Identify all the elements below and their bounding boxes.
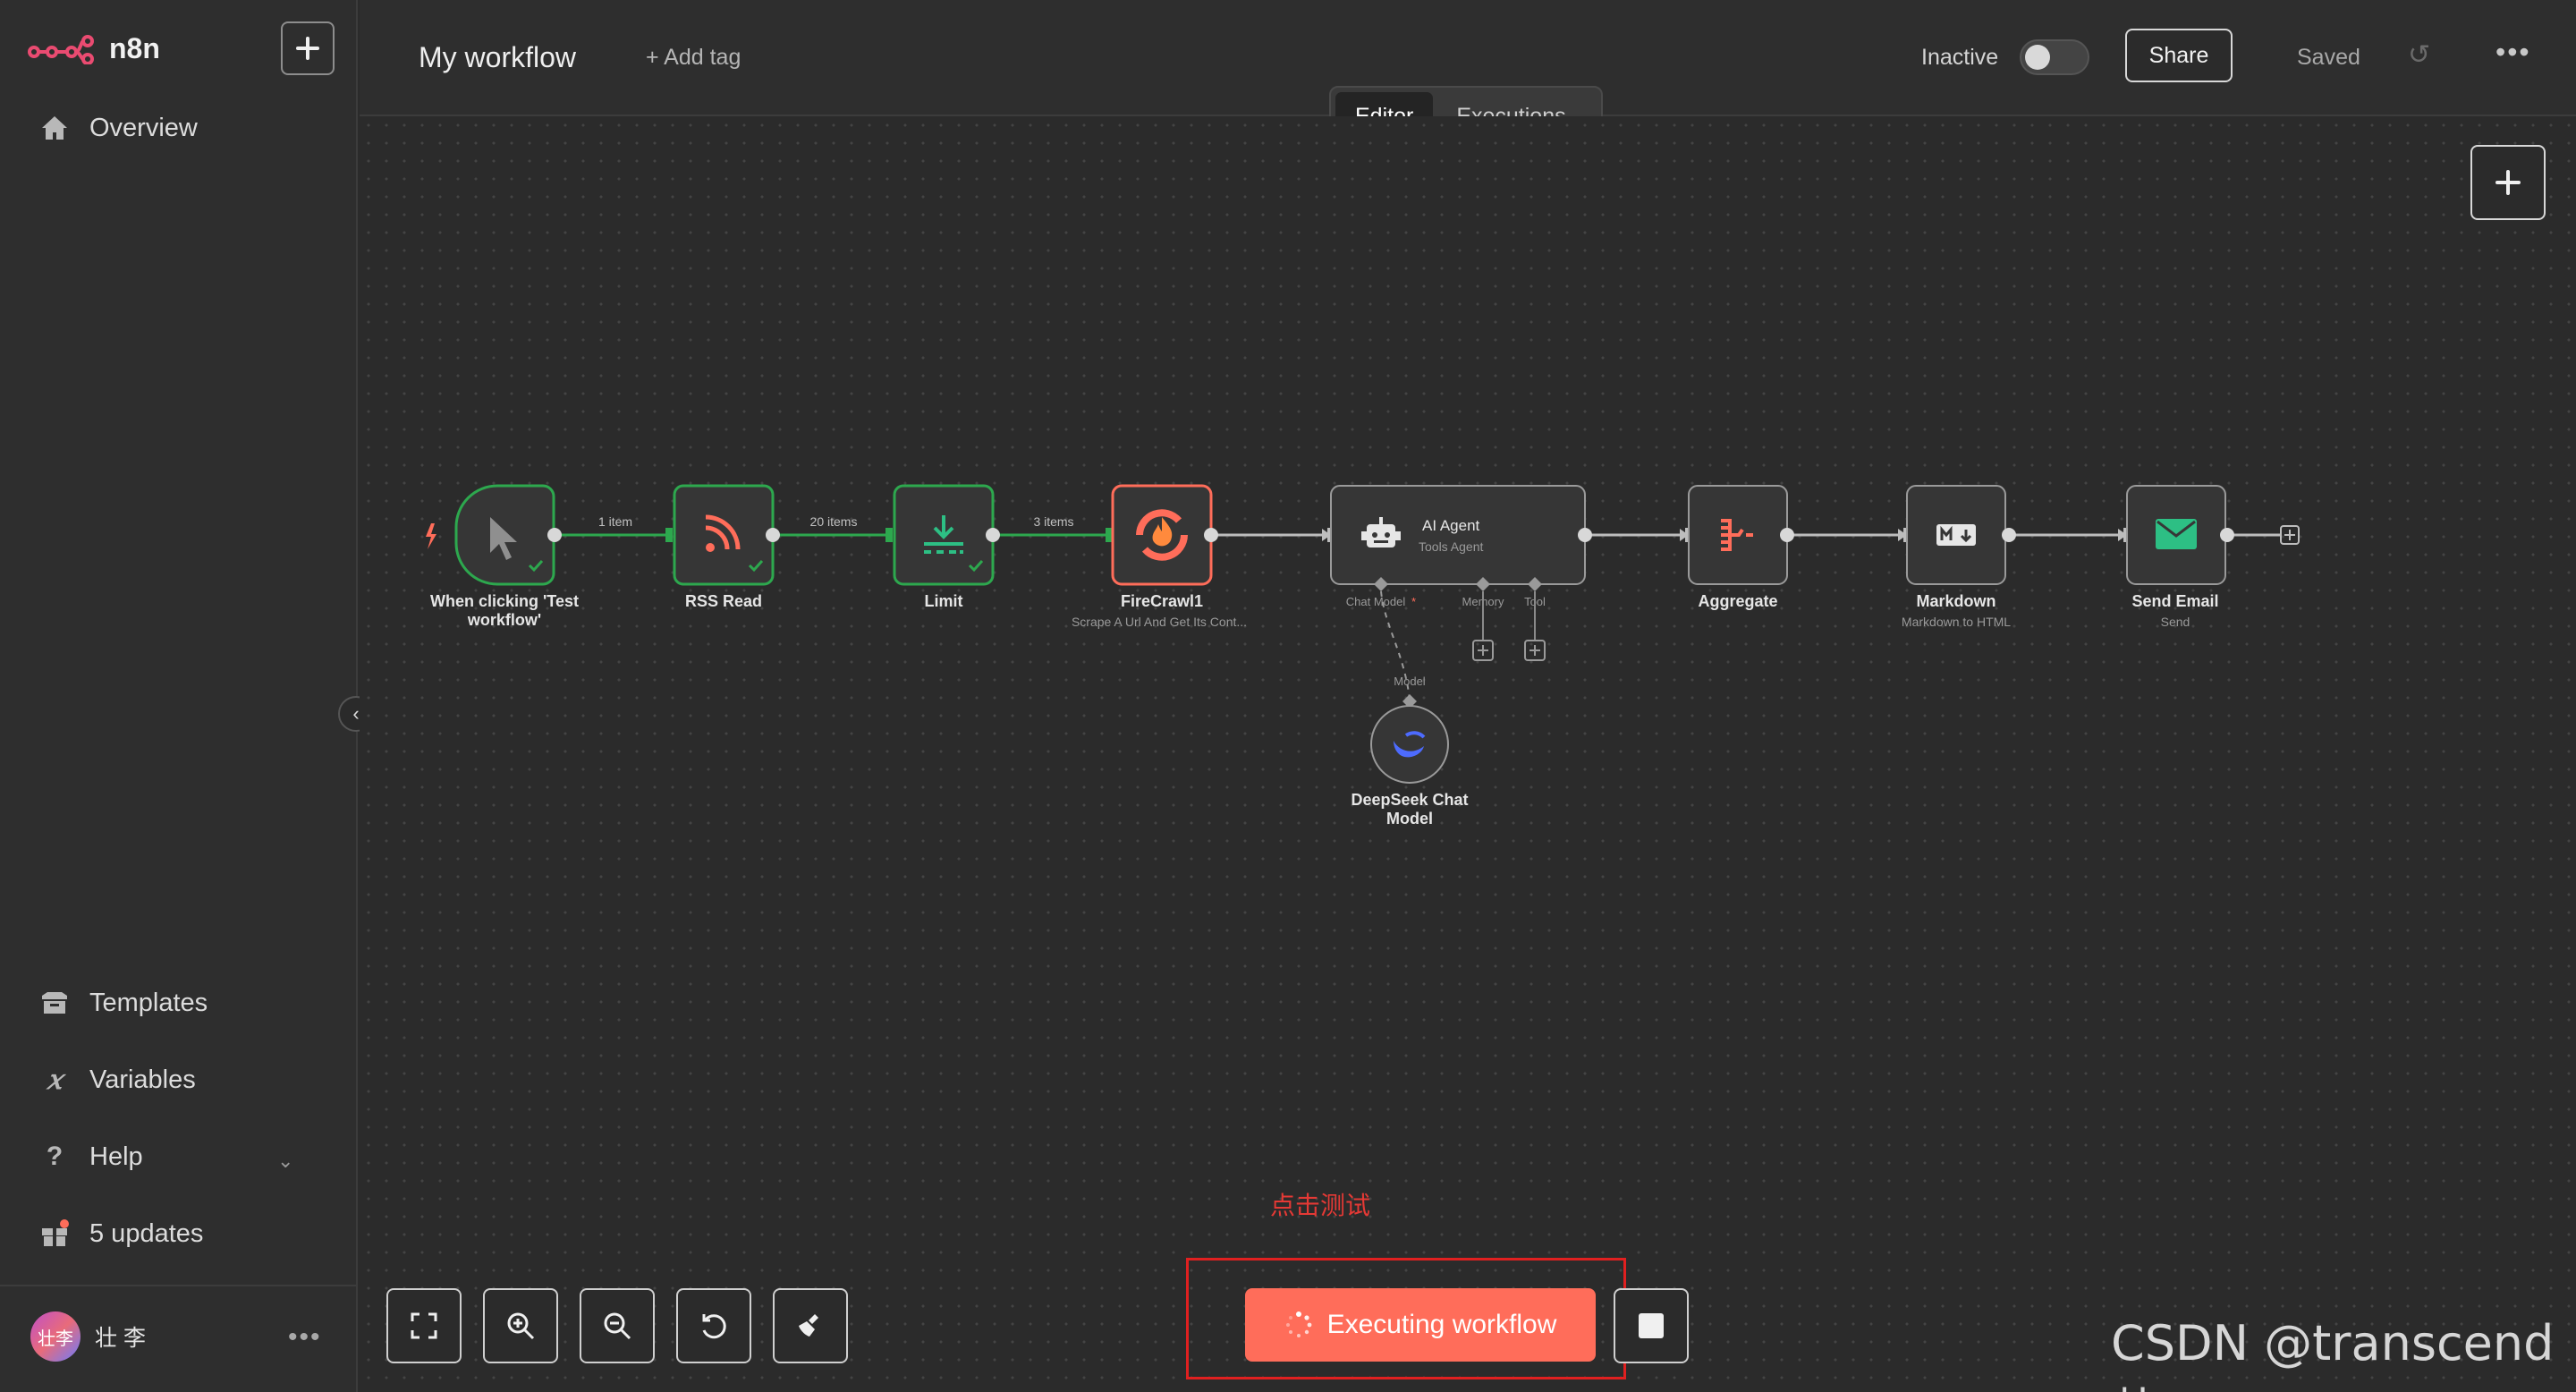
node-subtitle: Markdown to HTML (1902, 615, 2011, 629)
edge-item-count: 20 items (810, 514, 858, 529)
node-label: Aggregate (1698, 592, 1777, 610)
node-label: DeepSeek Chat (1351, 791, 1468, 809)
node-send-email[interactable] (2126, 485, 2234, 585)
node-label: RSS Read (685, 592, 762, 610)
execute-workflow-button[interactable]: Executing workflow (1245, 1288, 1596, 1362)
node-subtitle: Scrape A Url And Get Its Cont... (1072, 615, 1247, 629)
node-aggregate[interactable] (1688, 485, 1794, 585)
broom-icon (799, 1314, 818, 1337)
connection[interactable] (1585, 528, 1690, 542)
spinner-icon (1285, 1311, 1312, 1337)
connection[interactable] (2009, 528, 2129, 542)
email-icon (2156, 519, 2197, 549)
node-label: FireCrawl1 (1121, 592, 1203, 610)
node-limit[interactable] (893, 484, 1000, 586)
reset-zoom-button[interactable] (676, 1288, 751, 1363)
node-label: When clicking 'Test (430, 592, 579, 610)
node-label: Send Email (2131, 592, 2218, 610)
connection[interactable] (773, 528, 893, 542)
zoom-in-button[interactable] (483, 1288, 558, 1363)
node-label: AI Agent (1422, 517, 1480, 534)
node-label: workflow' (467, 611, 541, 629)
node-label: Markdown (1916, 592, 1996, 610)
connection[interactable] (993, 528, 1113, 542)
node-subtitle: Send (2161, 615, 2190, 629)
connection[interactable] (1789, 528, 1909, 542)
node-firecrawl[interactable] (1111, 484, 1218, 586)
connection[interactable] (1211, 528, 1333, 542)
zoom-in-icon (507, 1312, 535, 1340)
zoom-to-fit-button[interactable] (386, 1288, 462, 1363)
node-markdown[interactable] (1906, 485, 2016, 585)
node-label: Model (1386, 810, 1433, 828)
execute-label: Executing workflow (1326, 1310, 1557, 1339)
edge-item-count: 1 item (598, 514, 632, 529)
workflow-graph: 1 item 20 items 3 items When clicking 'T… (426, 484, 2300, 828)
node-label: Limit (925, 592, 963, 610)
markdown-icon (1936, 524, 1976, 546)
connection-end[interactable] (2227, 525, 2300, 545)
undo-icon (702, 1314, 726, 1339)
zoom-out-button[interactable] (580, 1288, 655, 1363)
tidy-up-button[interactable] (773, 1288, 848, 1363)
node-ai-agent[interactable]: AI Agent Tools Agent (1330, 485, 1592, 591)
annotation-text: 点击测试 (1270, 1191, 1371, 1220)
stop-execution-button[interactable] (1614, 1288, 1689, 1363)
port-label-model: Model (1394, 675, 1426, 688)
node-rss-read[interactable] (673, 484, 780, 586)
stop-icon (1639, 1313, 1664, 1338)
connection[interactable] (555, 528, 673, 542)
zoom-out-icon (604, 1312, 631, 1340)
watermark: CSDN @transcend壮 (2111, 1315, 2555, 1392)
node-subtitle: Tools Agent (1419, 539, 1483, 554)
edge-item-count: 3 items (1033, 514, 1073, 529)
lightning-icon (426, 523, 436, 549)
required-mark: * (1411, 595, 1416, 608)
node-manual-trigger[interactable] (426, 484, 562, 586)
node-deepseek-chat-model[interactable] (1370, 694, 1449, 784)
n8n-app: n8n Overview Templates 𝑥 Variables ? Hel… (0, 0, 2576, 1392)
port-label-chat-model: Chat Model (1346, 595, 1406, 608)
fit-view-icon (411, 1312, 437, 1339)
